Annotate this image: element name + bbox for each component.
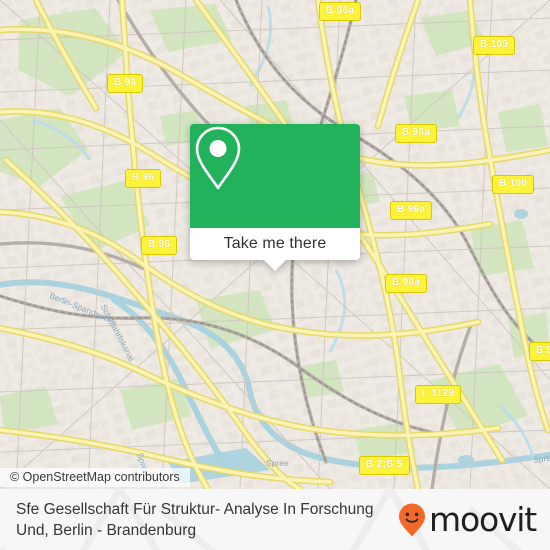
road-shield: B 2;B 5: [359, 456, 410, 475]
road-shield: B 96: [125, 169, 162, 188]
take-me-there-label: Take me there: [223, 235, 327, 252]
callout-icon-panel: [190, 124, 360, 228]
map-pin-icon: [195, 126, 241, 190]
moovit-wordmark: moovit: [429, 499, 537, 539]
water-label: Spree: [532, 451, 550, 465]
water-label: Spree: [266, 458, 289, 468]
location-callout-card[interactable]: Take me there: [190, 124, 360, 271]
road-shield: B 96: [107, 74, 144, 93]
road-shield: B 96a: [390, 201, 433, 220]
road-shield: B 96a: [385, 274, 428, 293]
road-shield: B 9: [529, 342, 550, 361]
poi-title: Sfe Gesellschaft Für Struktur- Analyse I…: [16, 500, 374, 539]
road-shield: B 96a: [395, 124, 438, 143]
map-screenshot: B 96a B 109 B 96 B 96a B 109 B 96 B 96a B 96 B 9…: [0, 0, 550, 550]
moovit-pin-icon: [399, 503, 426, 536]
road-shield: L 1129: [415, 385, 462, 404]
road-shield: B 109: [473, 36, 516, 55]
moovit-logo[interactable]: moovit: [397, 499, 537, 539]
callout-pointer-tail: [264, 260, 286, 271]
road-shield: B 109: [492, 175, 535, 194]
footer-bar: Sfe Gesellschaft Für Struktur- Analyse I…: [0, 489, 550, 550]
callout-action-panel[interactable]: Take me there: [190, 228, 360, 271]
road-shield: B 96a: [319, 2, 362, 21]
map-canvas[interactable]: B 96a B 109 B 96 B 96a B 109 B 96 B 96a B 96 B 9…: [0, 0, 550, 489]
road-shield: B 96: [141, 236, 178, 255]
footer-content: Sfe Gesellschaft Für Struktur- Analyse I…: [0, 489, 550, 550]
osm-attribution[interactable]: © OpenStreetMap contributors: [0, 468, 190, 487]
